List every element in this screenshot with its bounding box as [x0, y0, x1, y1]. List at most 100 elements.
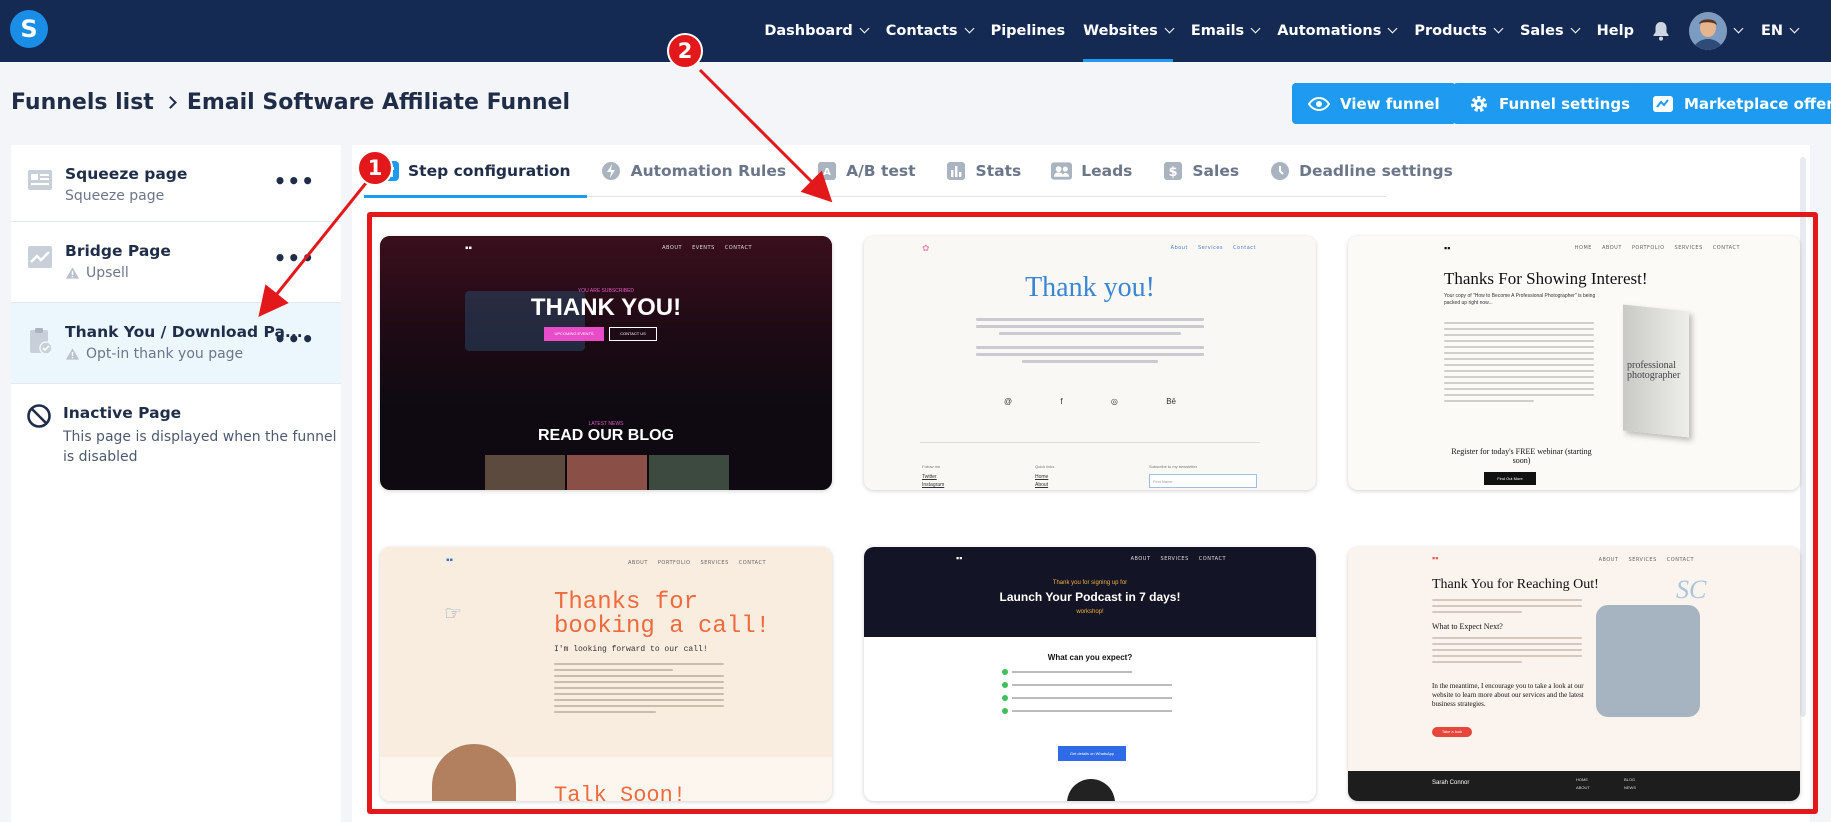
breadcrumb: Funnels list Email Software Affiliate Fu… [11, 90, 570, 115]
template-nav-link: CONTACT [724, 245, 752, 251]
template-kicker: Thank you for signing up for [1052, 580, 1128, 586]
template-footer-link: Instagram [922, 482, 945, 488]
tab-label: Automation Rules [630, 162, 787, 180]
template-footer-link: Twitter [922, 474, 937, 480]
tab-leads[interactable]: Leads [1037, 145, 1148, 197]
tab-automation-rules[interactable]: Automation Rules [587, 145, 803, 197]
template-nav-link: HOME [1574, 245, 1592, 251]
nav-dashboard[interactable]: Dashboard [755, 0, 876, 62]
template-nav: ABOUT EVENTS CONTACT [662, 245, 752, 251]
nav-label: Help [1596, 23, 1634, 39]
more-options-icon[interactable]: ••• [274, 327, 315, 351]
nav-websites[interactable]: Websites [1074, 0, 1182, 62]
bell-icon[interactable] [1645, 0, 1677, 62]
top-navigation-bar: S Dashboard Contacts Pipelines Websites … [0, 0, 1831, 62]
language-selector[interactable]: EN [1752, 0, 1807, 62]
nav-sales[interactable]: Sales [1511, 0, 1588, 62]
svg-text:A: A [823, 167, 831, 178]
template-nav-link: EVENTS [692, 245, 715, 251]
funnel-steps-sidebar: Squeeze page Squeeze page ••• Bridge Pag… [11, 145, 341, 822]
template-card[interactable]: ✿ About Services Contact Thank you! @ f … [864, 236, 1316, 490]
step-title: Thank You / Download Pa... [65, 323, 303, 341]
template-blog-image [485, 455, 565, 490]
template-subheading: I'm looking forward to our call! [554, 645, 708, 654]
template-footer-link: Home [1035, 474, 1049, 480]
funnel-step-thank-you[interactable]: Thank You / Download Pa... Opt-in thank … [11, 303, 341, 384]
page-title: Email Software Affiliate Funnel [186, 90, 570, 115]
template-nav-link: SERVICES [1160, 556, 1189, 562]
tab-stats[interactable]: Stats [932, 145, 1038, 197]
template-section-heading: READ OUR BLOG [538, 427, 674, 444]
nav-label: Products [1414, 23, 1487, 39]
chevron-down-icon [1493, 23, 1504, 33]
template-button: Find Out More [1484, 472, 1536, 485]
main-nav: Dashboard Contacts Pipelines Websites Em… [755, 0, 1807, 62]
marketplace-icon [1652, 95, 1674, 113]
tab-label: Leads [1081, 162, 1133, 180]
template-nav-link: ABOUT [1601, 245, 1622, 251]
template-paragraph: In the meantime, I encourage you to take… [1432, 682, 1584, 708]
more-options-icon[interactable]: ••• [274, 246, 315, 270]
dollar-icon: $ [1162, 161, 1183, 182]
user-menu[interactable] [1677, 12, 1744, 50]
template-headline: Launch Your Podcast in 7 days! [999, 590, 1181, 604]
template-button: CONTACT US [609, 327, 657, 341]
view-funnel-button[interactable]: View funnel [1292, 83, 1456, 124]
tab-label: Sales [1192, 162, 1240, 180]
template-nav-link: ABOUT [1598, 557, 1619, 563]
template-nav-link: ABOUT [1130, 556, 1151, 562]
chevron-right-icon [163, 96, 177, 109]
marketplace-offer-button[interactable]: Marketplace offer [1636, 83, 1831, 124]
template-webinar-text: Register for today's FREE webinar (start… [1451, 447, 1592, 465]
template-footer-link: ABOUT [1576, 785, 1590, 790]
instagram-icon: ◎ [1110, 397, 1118, 406]
tab-step-configuration[interactable]: Step configuration [364, 145, 587, 198]
template-blog-image [649, 455, 729, 490]
step-subtitle: Opt-in thank you page [65, 346, 243, 362]
template-nav-link: CONTACT [1666, 557, 1694, 563]
template-nav-link: About [1170, 245, 1188, 251]
nav-pipelines[interactable]: Pipelines [982, 0, 1075, 62]
chevron-down-icon [1570, 23, 1581, 33]
template-button: UPCOMING EVENTS [544, 327, 604, 341]
template-monogram: SC [1676, 575, 1707, 604]
template-card[interactable]: ▪▪ ABOUT EVENTS CONTACT YOU ARE SUBSCRIB… [380, 236, 832, 490]
funnel-settings-button[interactable]: Funnel settings [1453, 83, 1647, 124]
nav-help[interactable]: Help [1588, 0, 1643, 62]
template-logo-icon: ▪▪ [465, 243, 473, 254]
tab-label: Step configuration [408, 162, 571, 180]
annotation-badge-2: 2 [667, 33, 703, 69]
nav-automations[interactable]: Automations [1268, 0, 1405, 62]
nav-label: Sales [1519, 23, 1564, 39]
template-newsletter-input: First Name [1149, 474, 1257, 488]
nav-emails[interactable]: Emails [1182, 0, 1268, 62]
tab-sales[interactable]: $ Sales [1148, 145, 1255, 197]
tab-ab-test[interactable]: A A/B test [802, 145, 931, 197]
inactive-page-step[interactable]: Inactive Page This page is displayed whe… [11, 384, 341, 484]
template-nav-link: Contact [1233, 245, 1256, 251]
tab-deadline-settings[interactable]: Deadline settings [1255, 145, 1469, 197]
eye-icon [1308, 96, 1330, 111]
template-card[interactable]: ▪▪ ABOUT SERVICES CONTACT Thank You for … [1348, 547, 1800, 801]
template-nav-link: SERVICES [1628, 557, 1657, 563]
nav-contacts[interactable]: Contacts [877, 0, 982, 62]
template-book-title: professional photographer [1627, 360, 1681, 381]
template-card[interactable]: ▪▪ ABOUT SERVICES CONTACT Thank you for … [864, 547, 1316, 801]
funnel-step-squeeze[interactable]: Squeeze page Squeeze page ••• [11, 145, 341, 222]
template-nav-link: SERVICES [700, 560, 729, 566]
template-nav-link: CONTACT [1198, 556, 1226, 562]
chevron-down-icon [1387, 23, 1398, 33]
avatar[interactable] [1688, 12, 1727, 50]
template-body-text [1432, 637, 1582, 667]
tab-label: Deadline settings [1299, 162, 1453, 180]
more-options-icon[interactable]: ••• [274, 169, 315, 193]
breadcrumb-root-link[interactable]: Funnels list [11, 90, 154, 115]
nav-products[interactable]: Products [1405, 0, 1511, 62]
template-card[interactable]: ▪▪ HOME ABOUT PORTFOLIO SERVICES CONTACT… [1348, 236, 1800, 490]
app-logo[interactable]: S [10, 10, 48, 48]
scrollbar[interactable] [1800, 157, 1806, 717]
funnel-step-bridge[interactable]: Bridge Page Upsell ••• [11, 222, 341, 303]
template-card[interactable]: ▪▪ ABOUT PORTFOLIO SERVICES CONTACT ☞ Th… [380, 547, 832, 801]
template-portrait-image [1067, 779, 1115, 801]
svg-text:$: $ [1168, 165, 1177, 180]
